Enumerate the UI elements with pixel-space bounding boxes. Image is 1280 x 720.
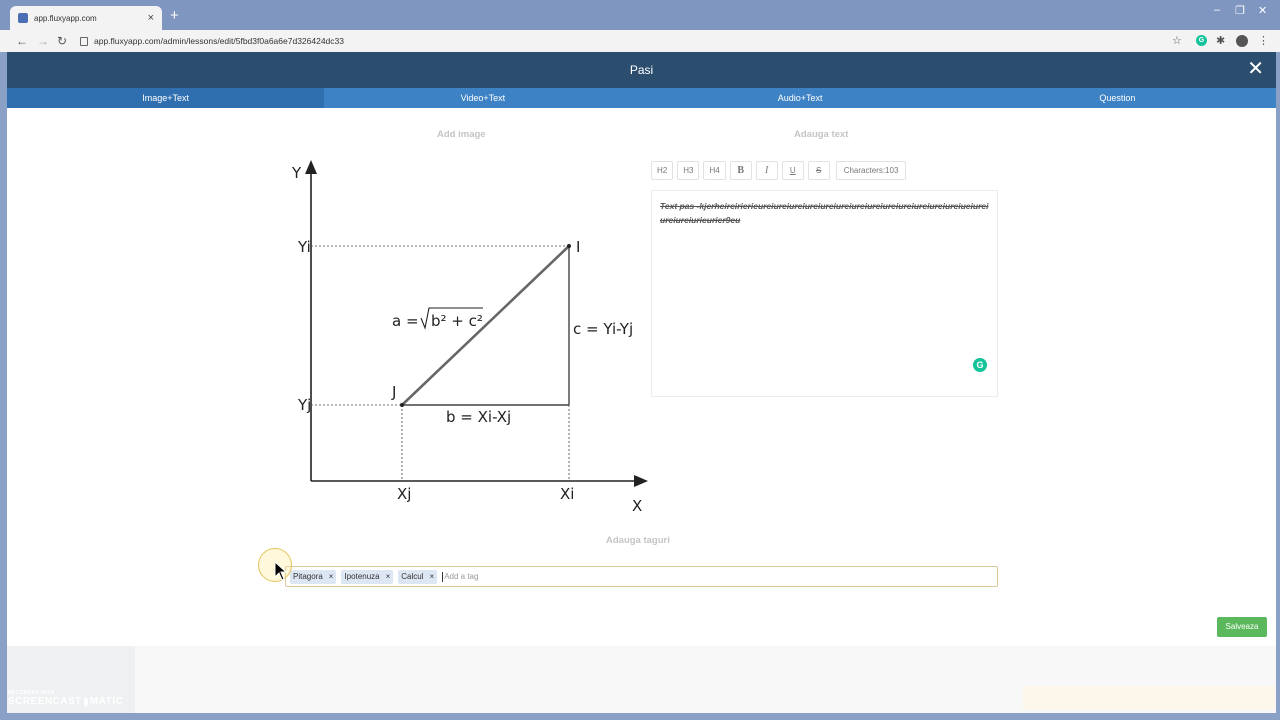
forward-arrow-icon[interactable]: → bbox=[37, 33, 49, 49]
x-axis-label: X bbox=[632, 497, 642, 515]
h3-button[interactable]: H3 bbox=[677, 161, 700, 180]
bookmark-star-icon[interactable]: ☆ bbox=[1172, 34, 1182, 48]
xi-label: Xi bbox=[560, 485, 574, 503]
point-i-mark bbox=[567, 244, 571, 248]
tab-close-icon[interactable]: × bbox=[148, 12, 154, 24]
point-i-label: I bbox=[576, 238, 580, 256]
point-j-label: J bbox=[391, 383, 396, 401]
watermark-logo-icon bbox=[83, 696, 88, 707]
add-tags-label: Adauga taguri bbox=[606, 535, 670, 546]
underline-button[interactable]: U bbox=[781, 161, 804, 180]
screencast-watermark: RECORDED WITH SCREENCAST MATIC bbox=[8, 690, 123, 712]
strikethrough-button[interactable]: S bbox=[807, 161, 830, 180]
tag-chip: Ipotenuza × bbox=[341, 569, 394, 584]
y-axis-label: Y bbox=[291, 164, 302, 182]
back-arrow-icon[interactable]: ← bbox=[16, 33, 28, 49]
tab-audio-text[interactable]: Audio+Text bbox=[642, 88, 959, 108]
background-page bbox=[7, 646, 1276, 713]
lock-icon bbox=[80, 36, 88, 46]
bold-button[interactable]: B bbox=[729, 161, 752, 180]
xj-label: Xj bbox=[397, 485, 411, 503]
text-editor[interactable]: Text pas -kjerheireirierieureiureiureiur… bbox=[651, 190, 998, 397]
window-close-button[interactable]: ✕ bbox=[1258, 4, 1267, 17]
y-axis-arrow bbox=[305, 160, 317, 174]
background-notice bbox=[1023, 686, 1275, 710]
lesson-image[interactable]: Y X Yi Yj Xj Xi I J a = b² + c² b = Xi-X… bbox=[280, 156, 660, 526]
formula-c: c = Yi-Yj bbox=[573, 320, 633, 338]
tab-image-text[interactable]: Image+Text bbox=[7, 88, 325, 108]
tab-title: app.fluxyapp.com bbox=[34, 13, 97, 23]
tag-chip: Calcul × bbox=[398, 569, 438, 584]
tag-input[interactable]: Pitagora × Ipotenuza × Calcul × Add a ta… bbox=[285, 566, 998, 587]
editor-toolbar: H2 H3 H4 B I U S Characters:103 bbox=[651, 161, 907, 181]
x-axis-arrow bbox=[634, 475, 648, 487]
hypotenuse bbox=[401, 245, 570, 406]
extensions-puzzle-icon[interactable]: ✱ bbox=[1216, 34, 1225, 48]
yi-label: Yi bbox=[297, 238, 311, 256]
modal-body: Add image Adauga text Y X Yi Yj Xj Xi I … bbox=[7, 108, 1276, 646]
h2-button[interactable]: H2 bbox=[651, 161, 674, 180]
window-bottom-border bbox=[0, 713, 1280, 720]
grammarly-icon[interactable]: G bbox=[973, 358, 987, 372]
new-tab-button[interactable]: + bbox=[170, 8, 179, 23]
reload-icon[interactable]: ↻ bbox=[57, 33, 67, 49]
h4-button[interactable]: H4 bbox=[703, 161, 726, 180]
browser-titlebar: app.fluxyapp.com × + – ❐ ✕ bbox=[0, 0, 1280, 30]
modal-header: Pasi ✕ bbox=[7, 52, 1276, 88]
maximize-button[interactable]: ❐ bbox=[1235, 4, 1245, 17]
add-text-label: Adauga text bbox=[794, 129, 849, 140]
watermark-text-b: MATIC bbox=[89, 696, 124, 707]
formula-a-radicand: b² + c² bbox=[431, 312, 483, 330]
watermark-line2: SCREENCAST MATIC bbox=[8, 696, 123, 707]
add-tag-placeholder[interactable]: Add a tag bbox=[444, 572, 478, 581]
grammarly-extension-icon[interactable]: G bbox=[1196, 35, 1207, 46]
formula-a-prefix: a = bbox=[392, 312, 419, 330]
add-image-label[interactable]: Add image bbox=[437, 129, 486, 140]
point-j-mark bbox=[400, 403, 404, 407]
browser-toolbar: ← → ↻ app.fluxyapp.com/admin/lessons/edi… bbox=[0, 30, 1280, 52]
tab-question[interactable]: Question bbox=[959, 88, 1276, 108]
remove-tag-icon[interactable]: × bbox=[386, 572, 391, 581]
browser-tab[interactable]: app.fluxyapp.com × bbox=[10, 6, 162, 30]
formula-b: b = Xi-Xj bbox=[446, 408, 511, 426]
save-button[interactable]: Salveaza bbox=[1217, 617, 1267, 637]
profile-avatar[interactable] bbox=[1236, 35, 1248, 47]
modal-title: Pasi bbox=[629, 63, 654, 77]
character-counter: Characters:103 bbox=[835, 161, 907, 180]
site-favicon-icon bbox=[18, 13, 28, 23]
address-url: app.fluxyapp.com/admin/lessons/edit/5fbd… bbox=[94, 36, 344, 46]
menu-kebab-icon[interactable]: ⋮ bbox=[1258, 34, 1269, 48]
italic-button[interactable]: I bbox=[755, 161, 778, 180]
tag-chip: Pitagora × bbox=[290, 569, 337, 584]
minimize-button[interactable]: – bbox=[1214, 4, 1220, 16]
tag-label: Pitagora bbox=[293, 572, 323, 581]
remove-tag-icon[interactable]: × bbox=[430, 572, 435, 581]
watermark-text-a: SCREENCAST bbox=[8, 696, 82, 707]
editor-content[interactable]: Text pas -kjerheireirierieureiureiureiur… bbox=[660, 199, 989, 227]
yj-label: Yj bbox=[297, 396, 311, 414]
modal-close-icon[interactable]: ✕ bbox=[1247, 58, 1264, 80]
remove-tag-icon[interactable]: × bbox=[329, 572, 334, 581]
tag-label: Ipotenuza bbox=[344, 572, 380, 581]
address-bar[interactable]: app.fluxyapp.com/admin/lessons/edit/5fbd… bbox=[80, 32, 1160, 50]
step-type-tabs: Image+Text Video+Text Audio+Text Questio… bbox=[7, 88, 1276, 108]
tag-label: Calcul bbox=[401, 572, 424, 581]
mouse-cursor-icon bbox=[274, 561, 288, 581]
tab-video-text[interactable]: Video+Text bbox=[324, 88, 641, 108]
text-caret bbox=[442, 571, 444, 582]
